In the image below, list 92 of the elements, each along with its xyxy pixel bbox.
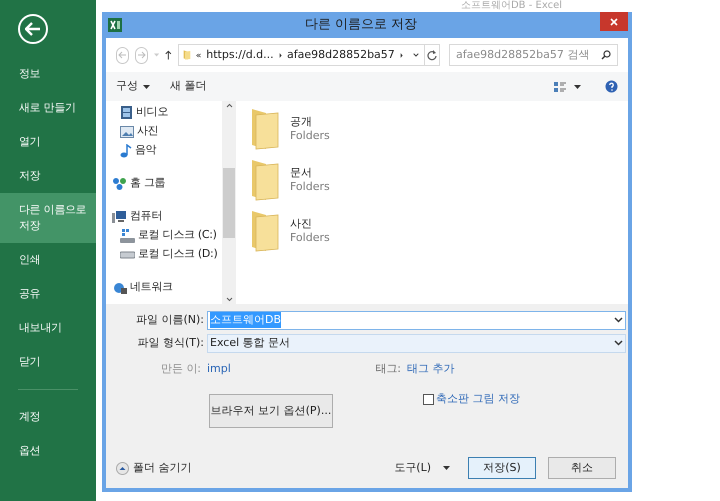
nav-item[interactable]: 네트워크	[106, 278, 222, 297]
hide-folders-button[interactable]: 폴더 숨기기	[116, 460, 192, 476]
organize-button[interactable]: 구성	[116, 78, 150, 95]
nav-item[interactable]: 홈 그룹	[106, 174, 222, 193]
breadcrumb-segment[interactable]: https://d.d...	[206, 46, 274, 64]
arrow-left-icon	[25, 22, 41, 36]
folder-type: Folders	[290, 180, 330, 194]
search-icon	[601, 50, 612, 60]
folder-icon	[250, 107, 280, 151]
computer-icon	[112, 210, 127, 224]
arrow-up-icon	[165, 49, 172, 61]
folder-name: 공개	[290, 115, 313, 129]
dialog-title: 다른 이름으로 저장	[304, 16, 418, 34]
scrollbar-thumb[interactable]	[223, 168, 235, 238]
sidebar-item[interactable]: 인쇄	[0, 243, 96, 277]
sidebar-item[interactable]: 다른 이름으로 저장	[0, 193, 96, 243]
view-list-icon	[554, 80, 566, 92]
drive-icon	[120, 228, 135, 242]
sidebar-item[interactable]: 열기	[0, 125, 96, 159]
folder-icon	[250, 158, 280, 202]
file-name-value: 소프트웨어DB	[210, 312, 282, 328]
nav-item[interactable]: 비디오	[106, 103, 222, 122]
breadcrumb-segment[interactable]: afae98d28852ba57	[286, 46, 395, 64]
author-value[interactable]: impl	[207, 360, 367, 378]
folder-item[interactable]: 사진 Folders	[250, 209, 628, 254]
search-input[interactable]: afae98d28852ba57 검색	[456, 46, 602, 64]
caret-icon	[154, 53, 160, 57]
arrow-right-icon	[137, 51, 146, 59]
field-label: 태그:	[374, 360, 402, 377]
field-label: 파일 이름(N):	[134, 312, 205, 328]
caret-icon	[443, 466, 450, 470]
folder-type: Folders	[290, 129, 330, 143]
double-chevron-icon	[196, 52, 202, 58]
nav-item[interactable]: 사진	[106, 122, 222, 141]
close-icon	[610, 18, 618, 26]
file-type-dropdown[interactable]: Excel 통합 문서	[207, 334, 626, 352]
folder-item[interactable]: 공개 Folders	[250, 107, 628, 152]
drive-icon	[120, 250, 135, 258]
nav-item[interactable]: 음악	[106, 141, 222, 160]
chevron-right-icon	[400, 52, 404, 58]
network-nodes-icon	[112, 176, 127, 190]
cancel-button[interactable]: 취소	[548, 457, 616, 479]
chevron-down-icon	[226, 297, 232, 302]
caret-icon	[143, 84, 150, 88]
network-icon	[112, 282, 127, 294]
picture-icon	[120, 126, 134, 138]
refresh-icon	[427, 50, 438, 60]
chevron-up-icon	[226, 103, 232, 108]
field-label: 파일 형식(T):	[136, 334, 205, 351]
chevron-up-circle-icon	[116, 462, 129, 474]
refresh-button[interactable]	[424, 45, 439, 65]
browser-options-button[interactable]: 브라우저 보기 옵션(P)...	[209, 394, 333, 428]
caret-icon	[574, 84, 581, 88]
chevron-down-icon	[614, 340, 623, 346]
sidebar-item[interactable]: 정보	[0, 57, 96, 91]
close-button[interactable]	[600, 12, 628, 31]
chevron-down-icon	[413, 52, 420, 58]
sidebar-item[interactable]: 옵션	[0, 434, 96, 468]
sidebar-item[interactable]: 공유	[0, 277, 96, 311]
sidebar-item[interactable]: 내보내기	[0, 311, 96, 345]
field-label: 만든 이:	[160, 360, 202, 377]
sidebar-item[interactable]: 계정	[0, 400, 96, 434]
sidebar-item[interactable]: 저장	[0, 159, 96, 193]
nav-item[interactable]: 컴퓨터	[106, 207, 222, 226]
scrollbar[interactable]	[222, 101, 236, 304]
back-button[interactable]	[18, 14, 48, 44]
sidebar-item[interactable]: 새로 만들기	[0, 91, 96, 125]
folder-icon	[250, 209, 280, 253]
address-bar[interactable]: https://d.d... afae98d28852ba57	[178, 44, 440, 66]
arrow-left-icon	[118, 51, 128, 59]
folder-item[interactable]: 문서 Folders	[250, 158, 628, 203]
new-folder-button[interactable]: 새 폴더	[170, 78, 206, 95]
view-options-button[interactable]	[554, 80, 581, 92]
nav-item[interactable]: 로컬 디스크 (D:)	[106, 245, 222, 264]
save-button[interactable]: 저장(S)	[468, 457, 536, 479]
search-field[interactable]: afae98d28852ba57 검색	[449, 44, 618, 66]
help-icon[interactable]	[605, 80, 618, 93]
folder-name: 문서	[290, 166, 313, 180]
thumbnail-label: 축소판 그림 저장	[436, 391, 520, 407]
chevron-right-icon	[278, 52, 282, 58]
excel-logo-icon	[108, 18, 122, 32]
folder-name: 사진	[290, 217, 313, 231]
app-title: 소프트웨어DB - Excel	[460, 0, 562, 12]
nav-item[interactable]: 로컬 디스크 (C:)	[106, 226, 222, 245]
sidebar-item[interactable]: 닫기	[0, 345, 96, 379]
chevron-down-icon	[614, 317, 623, 323]
film-icon	[120, 106, 133, 119]
folder-type: Folders	[290, 231, 330, 245]
thumbnail-checkbox[interactable]	[423, 394, 434, 405]
tags-link[interactable]: 태그 추가	[407, 360, 454, 378]
music-note-icon	[120, 144, 132, 158]
tools-button[interactable]: 도구(L)	[394, 460, 450, 476]
